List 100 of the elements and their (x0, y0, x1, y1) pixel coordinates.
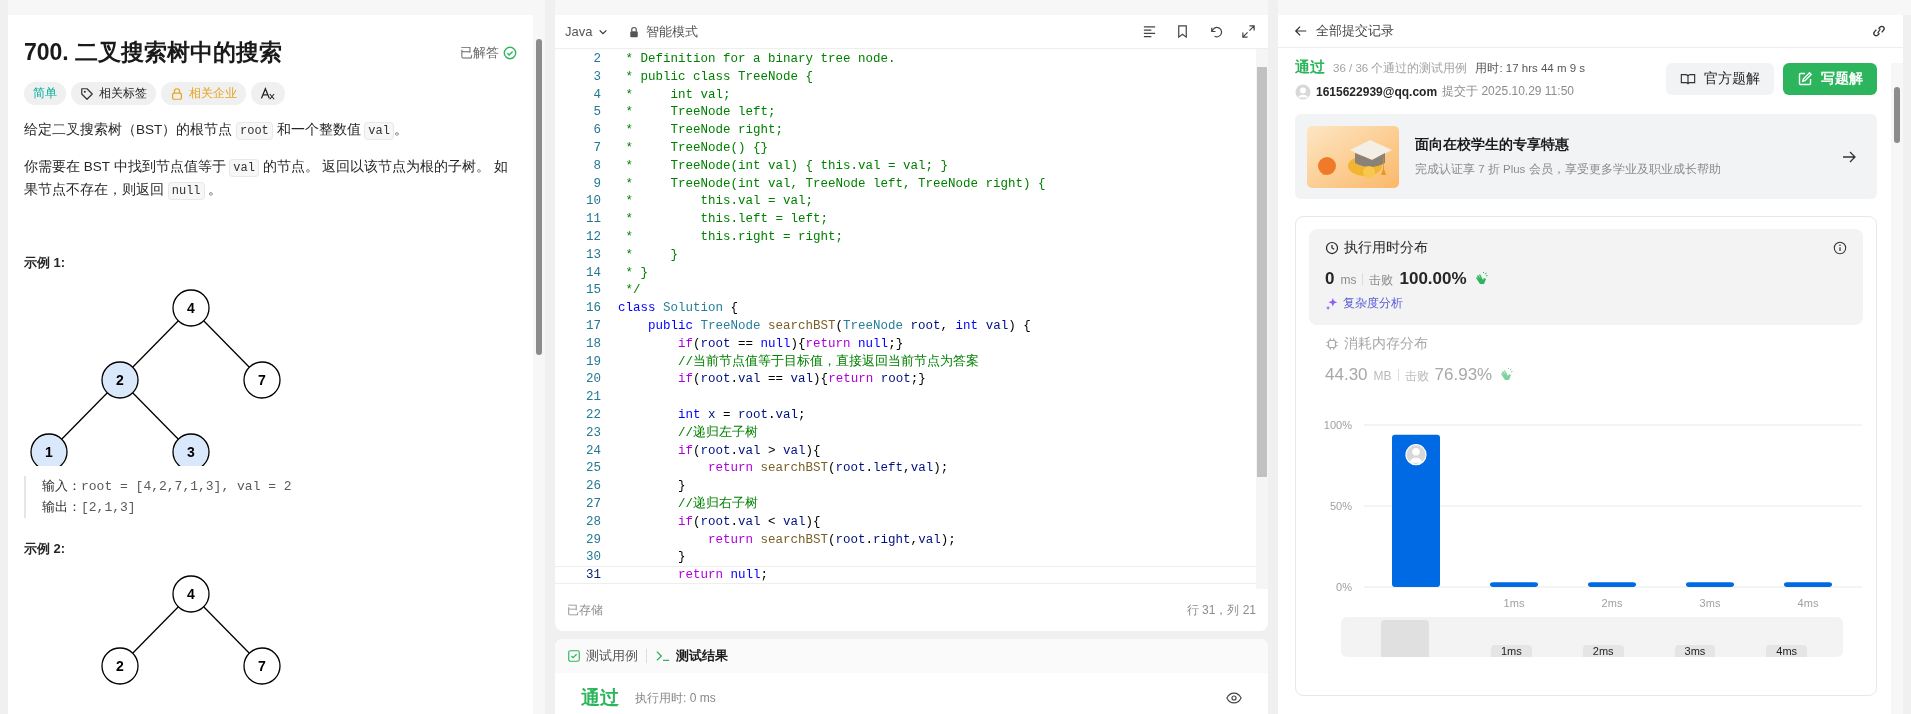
tree-node: 3 (172, 433, 210, 466)
line-number: 26 (585, 478, 602, 494)
line-number: 21 (585, 389, 602, 405)
code-line: } (677, 549, 686, 566)
promo-banner[interactable]: 面向在校学生的专享特惠 完成认证享 7 折 Plus 会员，享受更多学业及职业成长帮助 (1295, 114, 1877, 199)
line-number: 5 (592, 104, 602, 121)
metric-value: 0 (1325, 269, 1335, 289)
code-line: * this.right = right; (624, 228, 844, 245)
navigator-label: 1ms (1491, 644, 1532, 657)
axis-tick-label: 100% (1323, 418, 1352, 431)
metric-unit: MB (1373, 368, 1392, 383)
scrollbar[interactable] (533, 15, 545, 714)
metric-value: 44.30 (1325, 364, 1368, 385)
clock-icon (1325, 241, 1339, 255)
link-icon[interactable] (1871, 23, 1887, 39)
tree-node: 2 (101, 647, 139, 685)
navigator-label: 4ms (1766, 644, 1808, 657)
code-line: * TreeNode(int val) { this.val = val; } (624, 157, 949, 174)
chart-bar[interactable] (1784, 581, 1832, 587)
code-line: * Definition for a binary tree node. (624, 51, 896, 67)
user-email[interactable]: 1615622939@qq.com (1316, 84, 1438, 99)
code-line: if(root.val == val){return root;} (677, 371, 926, 388)
code-line: return searchBST(root.left,val); (707, 460, 949, 477)
runtime-panel[interactable]: 执行用时分布 0 ms 击败 100.00% 复杂度分析 (1309, 229, 1863, 325)
tree-node: 4 (172, 289, 210, 327)
topics-tag[interactable]: 相关标签 (71, 82, 156, 105)
complexity-analysis-link[interactable]: 复杂度分析 (1325, 295, 1403, 312)
line-number: 13 (585, 246, 602, 263)
range-handle[interactable] (1381, 619, 1429, 657)
tree-node: 2 (101, 361, 139, 399)
code-line: * TreeNode(int val, TreeNode left, TreeNode right) { (624, 175, 1046, 192)
code-line: * int val; (624, 86, 731, 103)
elapsed-time: 用时: 17 hrs 44 m 9 s (1475, 61, 1586, 76)
line-number: 9 (592, 175, 602, 192)
line-number: 17 (585, 317, 602, 334)
line-number: 7 (592, 140, 602, 156)
avatar-icon (1405, 443, 1427, 465)
code-line: public TreeNode searchBST(TreeNode root, int val) { (647, 317, 1031, 334)
code-line: int x = root.val; (677, 406, 806, 423)
code-line: //递归左子树 (677, 424, 758, 441)
tree-node: 7 (243, 647, 281, 685)
promo-subtitle: 完成认证享 7 折 Plus 会员，享受更多学业及职业成长帮助 (1415, 162, 1721, 177)
submit-time: 提交于 2025.10.29 11:50 (1442, 83, 1574, 100)
code-line: return null; (677, 567, 769, 583)
metric-title: 消耗内存分布 (1344, 334, 1428, 353)
problem-title: 700. 二叉搜索树中的搜索 (24, 38, 284, 67)
bookmark-icon[interactable] (1175, 24, 1190, 39)
code-line: if(root.val < val){ (677, 513, 821, 530)
example-heading: 示例 1: (24, 254, 67, 272)
line-number: 16 (585, 300, 602, 316)
code-line: //递归右子树 (677, 495, 758, 512)
code-line: if(root.val > val){ (677, 442, 821, 459)
line-number: 11 (585, 211, 602, 227)
example-io-line: 输出：[2,1,3] (42, 498, 137, 517)
promo-title: 面向在校学生的专享特惠 (1415, 136, 1570, 154)
panel-tab[interactable]: 测试用例 (567, 647, 638, 665)
chip-icon (1325, 336, 1339, 351)
scrollbar[interactable] (1891, 63, 1903, 714)
editor-mode[interactable]: 智能模式 (646, 22, 699, 41)
official-solution-button[interactable]: 官方题解 (1666, 63, 1774, 95)
runtime-text: 执行用时: 0 ms (635, 689, 716, 707)
eye-icon[interactable] (1226, 690, 1242, 706)
line-number: 22 (585, 406, 602, 423)
line-number: 30 (585, 549, 602, 566)
tree-edge (132, 320, 179, 368)
lock-icon (170, 86, 184, 101)
code-line: //当前节点值等于目标值，直接返回当前节点为答案 (677, 353, 979, 370)
range-navigator[interactable]: 1ms 2ms 3ms 4ms (1341, 616, 1843, 657)
expand-icon[interactable] (1241, 24, 1256, 39)
beats-percent: 76.93% (1434, 364, 1493, 385)
info-icon[interactable] (1833, 241, 1847, 255)
undo-icon[interactable] (1208, 24, 1223, 39)
panel-tab[interactable]: 测试结果 (655, 647, 728, 665)
line-number: 20 (585, 371, 602, 388)
chart-bar[interactable] (1490, 581, 1538, 587)
avatar-icon (1295, 83, 1311, 100)
tag-icon (80, 86, 94, 101)
code-line: */ (624, 282, 641, 299)
format-icon[interactable] (1142, 24, 1157, 39)
language-dropdown[interactable]: Java (565, 24, 609, 39)
translate-button[interactable] (251, 82, 285, 105)
code-line: * this.val = val; (624, 193, 814, 210)
scrollbar[interactable] (1256, 49, 1268, 589)
back-link[interactable]: 全部提交记录 (1316, 22, 1394, 40)
clapping-hands-icon (1498, 366, 1515, 383)
chart-bar[interactable] (1686, 581, 1734, 587)
code-line: return searchBST(root.right,val); (707, 531, 956, 548)
chart-bar[interactable] (1392, 434, 1440, 587)
axis-tick-label: 4ms (1797, 596, 1819, 609)
code-line: * TreeNode right; (624, 122, 784, 138)
beats-percent: 100.00% (1399, 269, 1467, 289)
description-paragraph: 给定二叉搜索树（BST）的根节点 root 和一个整数值 val 。 (24, 121, 409, 142)
back-arrow-icon[interactable] (1294, 24, 1308, 38)
tree-edge (203, 320, 250, 368)
tree-edge (132, 392, 179, 440)
chart-bar[interactable] (1588, 581, 1636, 587)
tree-node: 7 (243, 361, 281, 399)
axis-tick-label: 3ms (1699, 596, 1721, 609)
axis-tick-label: 50% (1329, 499, 1352, 512)
cursor-position: 行 31，列 21 (1186, 601, 1256, 619)
